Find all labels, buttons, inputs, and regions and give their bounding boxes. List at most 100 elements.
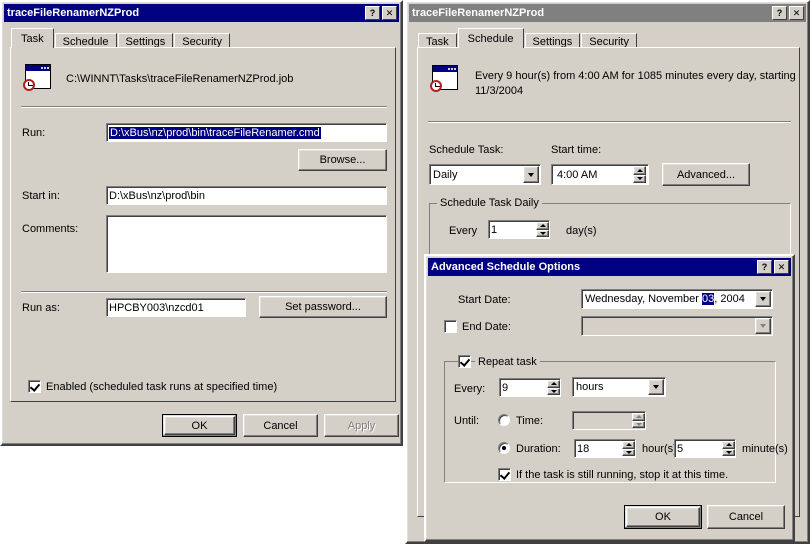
duration-hours-stepper-up[interactable] (622, 441, 635, 449)
advanced-cancel-button[interactable]: Cancel (707, 505, 785, 529)
advanced-button[interactable]: Advanced... (662, 163, 750, 186)
task-properties-window[interactable]: traceFileRenamerNZProd ? ✕ Task Schedule… (0, 0, 403, 446)
task-tab-page: C:\WINNT\Tasks\traceFileRenamerNZProd.jo… (10, 47, 396, 402)
tab-task[interactable]: Task (11, 28, 54, 48)
run-input[interactable]: D:\xBus\nz\prod\bin\traceFileRenamer.cmd (106, 123, 387, 142)
chevron-down-icon[interactable] (755, 291, 771, 307)
until-duration-label: Duration: (516, 443, 561, 455)
task-cancel-button[interactable]: Cancel (243, 414, 318, 437)
days-label: day(s) (566, 225, 597, 237)
advanced-schedule-options-dialog[interactable]: Advanced Schedule Options ? ✕ Start Date… (424, 254, 795, 542)
repeat-task-checkbox[interactable] (458, 355, 471, 368)
enabled-checkbox-label: Enabled (scheduled task runs at specifie… (46, 381, 278, 393)
run-input-value: D:\xBus\nz\prod\bin\traceFileRenamer.cmd (109, 126, 321, 139)
schedule-task-combo[interactable]: Daily (429, 164, 541, 185)
close-icon[interactable]: ✕ (382, 6, 397, 20)
start-date-value: Wednesday, November 03, 2004 (582, 293, 754, 305)
advanced-dialog-titlebar[interactable]: Advanced Schedule Options ? ✕ (428, 258, 791, 276)
chevron-down-icon (755, 318, 771, 334)
minutes-label: minute(s) (742, 443, 788, 455)
task-apply-label: Apply (347, 419, 376, 432)
close-icon[interactable]: ✕ (774, 260, 789, 274)
divider-top (21, 106, 387, 108)
duration-hours-stepper-down[interactable] (622, 448, 635, 456)
scheduled-task-icon (430, 64, 460, 94)
start-time-stepper-down[interactable] (633, 174, 646, 183)
tab-schedule-label: Schedule (467, 32, 514, 45)
start-date-suffix: , 2004 (714, 293, 745, 305)
task-apply-button: Apply (324, 414, 399, 437)
advanced-ok-button[interactable]: OK (624, 505, 702, 529)
every-days-label: Every (449, 225, 478, 237)
repeat-every-value: 9 (502, 381, 509, 394)
start-time-value: 4:00 AM (557, 168, 598, 181)
close-icon[interactable]: ✕ (789, 6, 804, 20)
until-time-stepper (632, 413, 645, 428)
chevron-down-icon[interactable] (523, 166, 539, 183)
task-ok-label: OK (191, 419, 208, 432)
help-icon[interactable]: ? (365, 6, 380, 20)
advanced-button-label: Advanced... (676, 168, 736, 181)
run-as-value: HPCBY003\nzcd01 (109, 301, 204, 314)
task-window-title: traceFileRenamerNZProd (7, 7, 140, 19)
tab-schedule[interactable]: Schedule (457, 28, 524, 48)
enabled-checkbox[interactable] (28, 380, 41, 393)
job-path: C:\WINNT\Tasks\traceFileRenamerNZProd.jo… (66, 73, 294, 85)
duration-minutes-stepper-down[interactable] (722, 448, 735, 456)
duration-minutes-stepper-up[interactable] (722, 441, 735, 449)
repeat-every-stepper-up[interactable] (547, 380, 560, 388)
schedule-task-label: Schedule Task: (429, 144, 504, 156)
start-date-picker[interactable]: Wednesday, November 03, 2004 (581, 289, 773, 309)
task-window-titlebar[interactable]: traceFileRenamerNZProd ? ✕ (4, 4, 399, 22)
help-icon[interactable]: ? (772, 6, 787, 20)
advanced-dialog-title: Advanced Schedule Options (431, 261, 581, 273)
until-time-radio[interactable] (498, 414, 510, 426)
divider-schedule (428, 121, 791, 123)
schedule-window-titlebar[interactable]: traceFileRenamerNZProd ? ✕ (409, 4, 806, 22)
stop-if-running-label: If the task is still running, stop it at… (516, 469, 729, 481)
repeat-every-stepper-down[interactable] (547, 387, 560, 395)
task-window-tabs: Task Schedule Settings Security (11, 28, 231, 50)
start-date-label: Start Date: (458, 294, 511, 306)
until-duration-radio[interactable] (498, 442, 510, 454)
end-date-label: End Date: (462, 321, 511, 333)
duration-minutes-value: 5 (677, 442, 684, 455)
end-date-checkbox[interactable] (444, 320, 457, 333)
schedule-task-value: Daily (433, 168, 458, 181)
help-icon[interactable]: ? (757, 260, 772, 274)
schedule-summary-line2: 11/3/2004 (475, 85, 524, 97)
every-days-value: 1 (491, 223, 498, 236)
set-password-button[interactable]: Set password... (259, 296, 387, 318)
start-time-stepper[interactable] (633, 166, 646, 183)
schedule-task-daily-group-title: Schedule Task Daily (437, 197, 542, 209)
start-date-day: 03 (701, 293, 715, 305)
every-days-stepper-up[interactable] (536, 222, 549, 230)
repeat-task-label: Repeat task (475, 356, 540, 368)
start-in-input[interactable]: D:\xBus\nz\prod\bin (106, 186, 387, 205)
duration-hours-stepper[interactable] (622, 441, 635, 456)
chevron-down-icon[interactable] (648, 379, 664, 395)
browse-button[interactable]: Browse... (298, 149, 387, 171)
comments-input[interactable] (106, 215, 387, 273)
scheduled-task-icon (23, 63, 53, 93)
duration-minutes-stepper[interactable] (722, 441, 735, 456)
every-days-stepper-down[interactable] (536, 229, 549, 237)
task-ok-button[interactable]: OK (162, 414, 237, 437)
until-time-stepper-down (632, 420, 645, 428)
repeat-every-stepper[interactable] (547, 380, 560, 395)
start-time-stepper-up[interactable] (633, 166, 646, 175)
schedule-window-title: traceFileRenamerNZProd (412, 7, 545, 19)
set-password-button-label: Set password... (285, 301, 361, 313)
every-days-stepper[interactable] (536, 222, 549, 237)
start-time-label: Start time: (551, 144, 602, 156)
until-time-label: Time: (516, 415, 544, 427)
run-as-input[interactable]: HPCBY003\nzcd01 (106, 298, 246, 317)
schedule-summary-line1: Every 9 hour(s) from 4:00 AM for 1085 mi… (475, 70, 796, 82)
run-as-label: Run as: (22, 302, 60, 314)
until-time-stepper-up (632, 413, 645, 421)
repeat-unit-combo[interactable]: hours (572, 377, 666, 397)
start-in-label: Start in: (22, 190, 60, 202)
tab-task-label: Task (21, 32, 44, 45)
stop-if-running-checkbox[interactable] (498, 468, 511, 481)
start-date-prefix: Wednesday, November (585, 293, 702, 305)
